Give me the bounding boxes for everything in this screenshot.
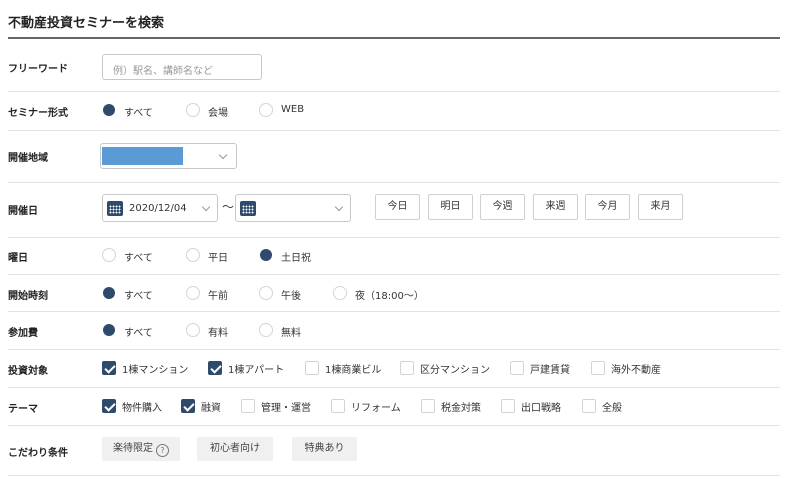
theme-option-label: 出口戦略 xyxy=(521,403,561,414)
theme-checkbox-tax[interactable] xyxy=(421,399,435,413)
row-divider xyxy=(8,311,780,312)
condition-tag-beginner[interactable]: 初心者向け xyxy=(197,437,273,461)
row-divider xyxy=(8,237,780,238)
fee-option-label: 有料 xyxy=(208,328,228,339)
calendar-icon xyxy=(240,201,256,216)
format-radio-web[interactable] xyxy=(259,103,273,117)
row-divider xyxy=(8,425,780,426)
title-divider xyxy=(8,37,780,39)
region-label: 開催地域 xyxy=(8,153,48,164)
chevron-down-icon xyxy=(334,202,344,212)
freeword-placeholder: 例）駅名、講師名など xyxy=(113,66,213,77)
target-option-label: 1棟マンション xyxy=(122,365,189,376)
chevron-down-icon xyxy=(218,150,228,160)
date-next-week-button[interactable]: 来週 xyxy=(533,194,578,220)
date-this-week-button[interactable]: 今週 xyxy=(480,194,525,220)
start-time-option-label: すべて xyxy=(124,291,153,302)
format-radio-venue[interactable] xyxy=(186,103,200,117)
target-checkbox-apartment-bldg[interactable] xyxy=(102,361,116,375)
theme-option-label: 融資 xyxy=(201,403,221,414)
target-option-label: 海外不動産 xyxy=(611,365,661,376)
format-label: セミナー形式 xyxy=(8,108,68,119)
fee-radio-paid[interactable] xyxy=(186,323,200,337)
region-select[interactable] xyxy=(100,143,237,169)
date-to-picker[interactable] xyxy=(235,194,351,222)
row-divider xyxy=(8,91,780,92)
chevron-down-icon xyxy=(201,202,211,212)
weekday-option-label: すべて xyxy=(124,253,153,264)
weekday-label: 曜日 xyxy=(8,253,28,264)
region-selected-fill xyxy=(102,147,183,165)
format-option-label: WEB xyxy=(281,104,305,115)
theme-checkbox-management[interactable] xyxy=(241,399,255,413)
start-time-option-label: 午前 xyxy=(208,291,228,302)
theme-label: テーマ xyxy=(8,404,38,415)
target-checkbox-unit[interactable] xyxy=(400,361,414,375)
row-divider xyxy=(8,387,780,388)
format-option-label: すべて xyxy=(124,108,153,119)
fee-option-label: 無料 xyxy=(281,328,301,339)
weekday-option-label: 平日 xyxy=(208,253,228,264)
date-this-month-button[interactable]: 今月 xyxy=(585,194,630,220)
weekday-radio-weekday[interactable] xyxy=(186,248,200,262)
theme-option-label: 全般 xyxy=(602,403,622,414)
row-divider xyxy=(8,349,780,350)
start-time-label: 開始時刻 xyxy=(8,291,48,302)
start-time-option-label: 午後 xyxy=(281,291,301,302)
target-checkbox-apartment[interactable] xyxy=(208,361,222,375)
theme-option-label: 物件購入 xyxy=(122,403,162,414)
row-divider xyxy=(8,182,780,183)
target-option-label: 戸建賃貸 xyxy=(530,365,570,376)
weekday-option-label: 土日祝 xyxy=(281,253,311,264)
condition-tag-exclusive[interactable]: 楽待限定? xyxy=(102,437,180,461)
weekday-radio-all[interactable] xyxy=(102,248,116,262)
conditions-label: こだわり条件 xyxy=(8,448,68,459)
date-from-value: 2020/12/04 xyxy=(129,203,187,214)
condition-tag-bonus[interactable]: 特典あり xyxy=(292,437,357,461)
start-time-radio-afternoon[interactable] xyxy=(259,286,273,300)
calendar-icon xyxy=(107,201,123,216)
theme-checkbox-exit[interactable] xyxy=(501,399,515,413)
target-checkbox-commercial[interactable] xyxy=(305,361,319,375)
row-divider xyxy=(8,475,780,476)
fee-radio-free[interactable] xyxy=(259,323,273,337)
theme-checkbox-financing[interactable] xyxy=(181,399,195,413)
start-time-option-label: 夜（18:00〜） xyxy=(355,291,424,302)
theme-option-label: 管理・運営 xyxy=(261,403,311,414)
target-option-label: 1棟商業ビル xyxy=(325,365,382,376)
start-time-radio-all[interactable] xyxy=(102,286,116,300)
page-title: 不動産投資セミナーを検索 xyxy=(8,16,165,31)
start-time-radio-morning[interactable] xyxy=(186,286,200,300)
row-divider xyxy=(8,130,780,131)
date-label: 開催日 xyxy=(8,206,38,217)
theme-option-label: リフォーム xyxy=(351,403,401,414)
target-option-label: 区分マンション xyxy=(420,365,490,376)
theme-checkbox-general[interactable] xyxy=(582,399,596,413)
date-tomorrow-button[interactable]: 明日 xyxy=(428,194,473,220)
date-from-picker[interactable]: 2020/12/04 xyxy=(102,194,218,222)
theme-checkbox-purchase[interactable] xyxy=(102,399,116,413)
date-next-month-button[interactable]: 来月 xyxy=(638,194,683,220)
date-today-button[interactable]: 今日 xyxy=(375,194,420,220)
theme-checkbox-reform[interactable] xyxy=(331,399,345,413)
format-radio-all[interactable] xyxy=(102,103,116,117)
freeword-label: フリーワード xyxy=(8,64,68,75)
start-time-radio-evening[interactable] xyxy=(333,286,347,300)
fee-option-label: すべて xyxy=(124,328,153,339)
target-label: 投資対象 xyxy=(8,366,48,377)
fee-radio-all[interactable] xyxy=(102,323,116,337)
freeword-input[interactable]: 例）駅名、講師名など xyxy=(102,54,262,80)
date-range-tilde: 〜 xyxy=(222,200,235,214)
fee-label: 参加費 xyxy=(8,328,38,339)
condition-tag-label: 楽待限定 xyxy=(113,443,153,454)
target-checkbox-house[interactable] xyxy=(510,361,524,375)
row-divider xyxy=(8,274,780,275)
weekday-radio-weekend[interactable] xyxy=(259,248,273,262)
target-option-label: 1棟アパート xyxy=(228,365,285,376)
help-icon[interactable]: ? xyxy=(156,444,169,457)
format-option-label: 会場 xyxy=(208,108,228,119)
theme-option-label: 税金対策 xyxy=(441,403,481,414)
target-checkbox-overseas[interactable] xyxy=(591,361,605,375)
